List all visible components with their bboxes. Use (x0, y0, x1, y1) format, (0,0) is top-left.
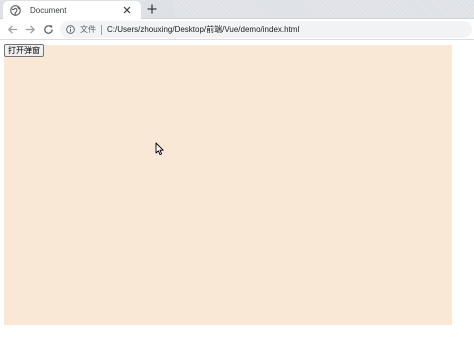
info-icon[interactable] (66, 25, 75, 34)
forward-arrow-icon[interactable] (23, 22, 37, 36)
page-viewport: 打开弹窗 (0, 41, 474, 345)
globe-icon (10, 4, 21, 16)
content-area (4, 45, 452, 325)
browser-tab-strip: Document (0, 0, 474, 19)
close-icon[interactable] (121, 4, 133, 16)
address-separator (101, 24, 102, 35)
browser-tab[interactable]: Document (3, 1, 141, 19)
address-bar[interactable]: 文件 C:/Users/zhouxing/Desktop/前端/Vue/demo… (60, 21, 472, 38)
url-text[interactable]: C:/Users/zhouxing/Desktop/前端/Vue/demo/in… (107, 24, 299, 35)
browser-toolbar: 文件 C:/Users/zhouxing/Desktop/前端/Vue/demo… (0, 19, 474, 40)
mouse-cursor-icon (155, 142, 164, 156)
tab-title: Document (30, 5, 67, 15)
reload-icon[interactable] (41, 22, 55, 36)
back-arrow-icon[interactable] (5, 22, 19, 36)
plus-icon[interactable] (145, 2, 159, 16)
open-dialog-button[interactable]: 打开弹窗 (4, 44, 44, 57)
site-label: 文件 (80, 25, 96, 34)
